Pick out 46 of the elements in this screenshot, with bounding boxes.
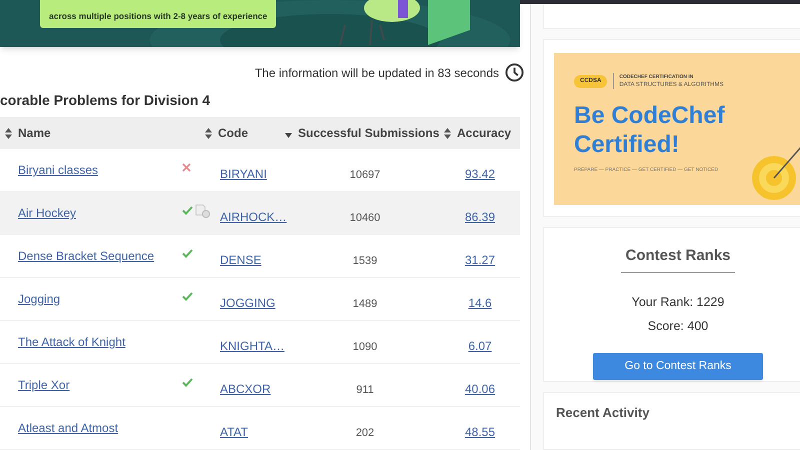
accuracy-link[interactable]: 31.27 <box>464 251 496 277</box>
problem-code[interactable]: DENSE <box>220 253 262 267</box>
submissions-count: 1539 <box>352 255 378 267</box>
problem-link[interactable]: Jogging <box>18 292 60 306</box>
submissions-count: 1489 <box>352 298 378 310</box>
submissions-count: 911 <box>356 384 374 396</box>
promo-text: across multiple positions with 2-8 years of experience <box>49 10 268 23</box>
sort-icon[interactable] <box>205 128 212 138</box>
submissions-count: 202 <box>356 427 374 439</box>
score: Score: 400 <box>648 318 708 335</box>
problem-link[interactable]: Air Hockey <box>18 206 76 220</box>
column-header[interactable]: Successful Submissions <box>298 124 440 142</box>
problem-code[interactable]: ABCXOR <box>220 382 271 396</box>
problem-code[interactable]: BIRYANI <box>220 167 267 181</box>
problem-link[interactable]: Triple Xor <box>18 378 70 392</box>
sort-descending-icon[interactable] <box>285 132 292 138</box>
problem-code[interactable]: JOGGING <box>220 296 276 310</box>
update-notice: The information will be updated in 83 seconds <box>254 64 499 82</box>
problem-code[interactable]: AIRHOCK… <box>220 210 287 224</box>
problem-link[interactable]: Biryani classes <box>18 163 98 177</box>
problem-link[interactable]: The Attack of Knight <box>18 335 126 349</box>
column-header[interactable]: Name <box>18 124 51 142</box>
problem-link[interactable]: Dense Bracket Sequence <box>18 249 154 263</box>
contest-ranks-button[interactable]: Go to Contest Ranks <box>593 352 763 380</box>
accuracy-link[interactable]: 93.42 <box>464 165 496 191</box>
problem-link[interactable]: Atleast and Atmost <box>18 421 118 435</box>
your-rank: Your Rank: 1229 <box>632 294 724 312</box>
accuracy-link[interactable]: 40.06 <box>464 380 496 406</box>
sort-icon[interactable] <box>5 128 12 138</box>
accuracy-link[interactable]: 6.07 <box>468 337 492 363</box>
submissions-count: 10460 <box>350 212 380 224</box>
submissions-count: 10697 <box>350 169 380 181</box>
column-header[interactable]: Accuracy <box>457 124 512 142</box>
problem-code[interactable]: KNIGHTA… <box>220 339 284 353</box>
clock-icon <box>505 63 524 82</box>
accuracy-link[interactable]: 86.39 <box>464 208 496 234</box>
accuracy-link[interactable]: 48.55 <box>464 423 496 449</box>
recent-activity-title: Recent Activity <box>556 404 650 422</box>
section-title: corable Problems for Division 4 <box>0 91 212 110</box>
problem-code[interactable]: ATAT <box>220 425 248 439</box>
banner-headline: Be CodeChef Certified! <box>574 101 726 160</box>
contest-ranks-title: Contest Ranks <box>621 244 735 274</box>
accuracy-link[interactable]: 14.6 <box>468 294 492 320</box>
submissions-count: 1090 <box>352 341 378 353</box>
sort-icon[interactable] <box>444 128 451 138</box>
column-header[interactable]: Code <box>218 124 248 142</box>
